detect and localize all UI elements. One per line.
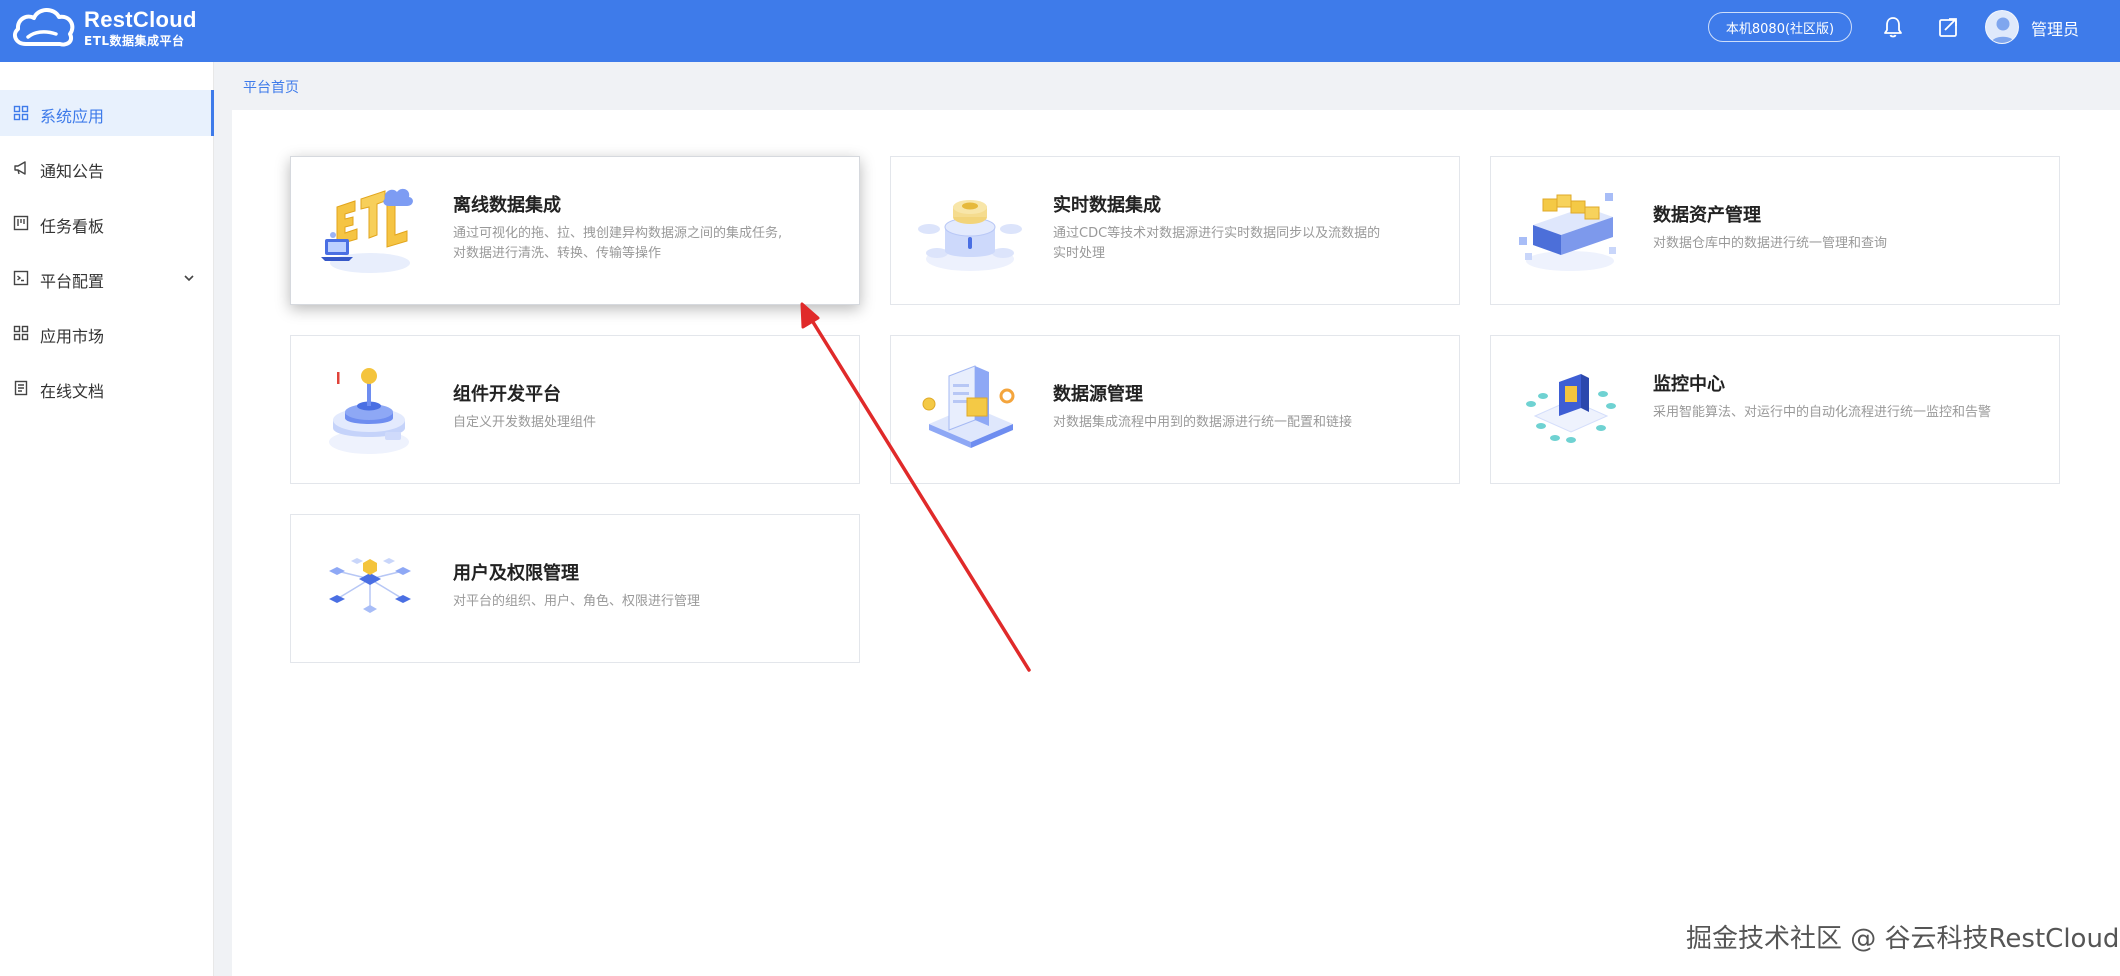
- sidebar-item-system-apps[interactable]: 系统应用: [0, 90, 214, 136]
- sidebar-item-platform-config[interactable]: 平台配置: [0, 255, 214, 301]
- kanban-icon: [13, 215, 29, 231]
- logo[interactable]: RestCloud ETL数据集成平台: [10, 4, 197, 52]
- top-header: RestCloud ETL数据集成平台 本机8080(社区版) 管理员: [0, 0, 2120, 62]
- etl-illustration-icon: [321, 188, 413, 273]
- card-title: 数据源管理: [1053, 384, 1143, 405]
- app-card-user-permission[interactable]: 用户及权限管理 对平台的组织、用户、角色、权限进行管理: [290, 514, 860, 663]
- sidebar-item-label: 应用市场: [40, 327, 105, 346]
- sidebar-item-label: 任务看板: [40, 217, 105, 236]
- document-icon: [14, 380, 28, 396]
- chevron-down-icon: [184, 275, 194, 282]
- realtime-illustration-icon: [918, 200, 1022, 271]
- user-permission-illustration-icon: [329, 558, 411, 613]
- asset-illustration-icon: [1519, 193, 1616, 271]
- watermark: 掘金技术社区 @ 谷云科技RestCloud: [1686, 924, 2120, 954]
- user-name[interactable]: 管理员: [2031, 16, 2079, 40]
- sidebar: 系统应用 通知公告 任务看板 平台配置 应用市场 在线文档: [0, 62, 214, 976]
- avatar[interactable]: [1985, 10, 2019, 44]
- card-title: 离线数据集成: [453, 195, 561, 216]
- breadcrumb[interactable]: 平台首页: [243, 77, 299, 97]
- card-description: 对数据仓库中的数据进行统一管理和查询: [1653, 236, 1888, 251]
- environment-selector[interactable]: 本机8080(社区版): [1708, 12, 1852, 42]
- terminal-icon: [13, 270, 29, 286]
- app-card-offline-integration[interactable]: 离线数据集成 通过可视化的拖、拉、拽创建异构数据源之间的集成任务,对数据进行清洗…: [290, 156, 860, 305]
- card-description: 自定义开发数据处理组件: [453, 415, 597, 430]
- app-card-realtime-integration[interactable]: 实时数据集成 通过CDC等技术对数据源进行实时数据同步以及流数据的实时处理: [890, 156, 1460, 305]
- component-illustration-icon: [329, 368, 409, 454]
- datasource-illustration-icon: [922, 365, 1015, 448]
- app-card-data-asset[interactable]: 数据资产管理 对数据仓库中的数据进行统一管理和查询: [1490, 156, 2060, 305]
- sidebar-item-label: 在线文档: [40, 382, 105, 401]
- app-card-datasource[interactable]: 数据源管理 对数据集成流程中用到的数据源进行统一配置和链接: [890, 335, 1460, 484]
- main-panel: 离线数据集成 通过可视化的拖、拉、拽创建异构数据源之间的集成任务,对数据进行清洗…: [232, 110, 2120, 976]
- card-title: 用户及权限管理: [453, 563, 579, 584]
- bell-icon[interactable]: [1880, 14, 1906, 40]
- share-icon[interactable]: [1936, 14, 1962, 40]
- app-card-component-dev[interactable]: 组件开发平台 自定义开发数据处理组件: [290, 335, 860, 484]
- card-description: 通过CDC等技术对数据源进行实时数据同步以及流数据的实时处理: [1053, 226, 1381, 261]
- sidebar-item-label: 平台配置: [40, 272, 105, 291]
- logo-title: RestCloud: [84, 7, 197, 32]
- card-description: 对平台的组织、用户、角色、权限进行管理: [453, 594, 701, 609]
- sidebar-item-notices[interactable]: 通知公告: [0, 145, 214, 191]
- app-card-monitor[interactable]: 监控中心 采用智能算法、对运行中的自动化流程进行统一监控和告警: [1490, 335, 2060, 484]
- card-description: 对数据集成流程中用到的数据源进行统一配置和链接: [1053, 415, 1353, 430]
- monitor-illustration-icon: [1526, 374, 1616, 443]
- card-title: 组件开发平台: [453, 384, 561, 405]
- sidebar-item-app-market[interactable]: 应用市场: [0, 310, 214, 356]
- sidebar-item-task-board[interactable]: 任务看板: [0, 200, 214, 246]
- card-title: 监控中心: [1653, 374, 1725, 395]
- sidebar-item-online-docs[interactable]: 在线文档: [0, 365, 214, 411]
- sidebar-item-label: 通知公告: [40, 162, 105, 181]
- grid-icon: [13, 105, 29, 121]
- megaphone-icon: [14, 161, 26, 175]
- grid-icon: [13, 325, 29, 341]
- logo-subtitle: ETL数据集成平台: [84, 34, 185, 48]
- card-title: 数据资产管理: [1653, 205, 1761, 226]
- sidebar-item-label: 系统应用: [40, 107, 105, 126]
- cloud-logo-icon: [12, 8, 75, 47]
- card-description: 采用智能算法、对运行中的自动化流程进行统一监控和告警: [1653, 405, 1992, 420]
- card-title: 实时数据集成: [1053, 195, 1161, 216]
- card-description: 通过可视化的拖、拉、拽创建异构数据源之间的集成任务,对数据进行清洗、转换、传输等…: [453, 226, 783, 261]
